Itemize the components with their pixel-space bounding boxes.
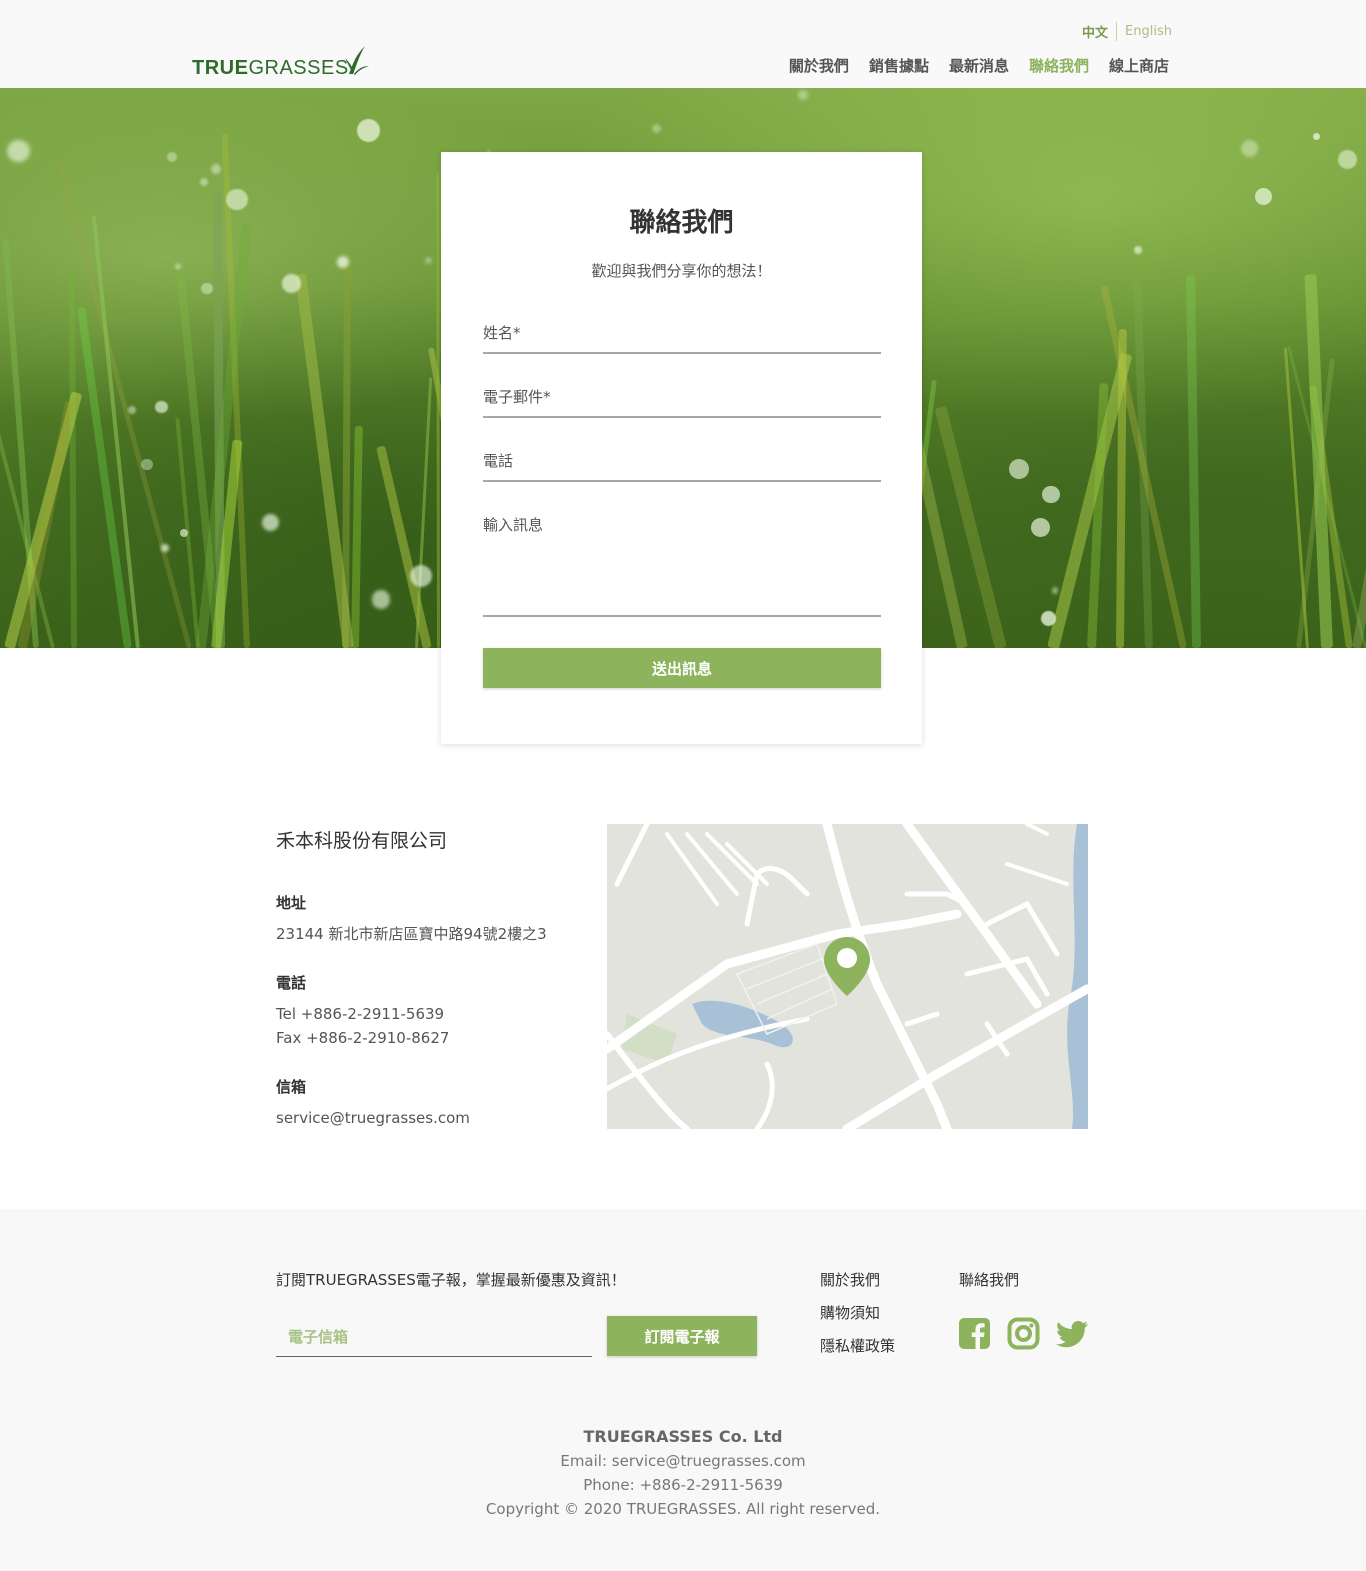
dew-drop [426,257,432,263]
dew-drop [1008,458,1029,479]
fax-value: Fax +886-2-2910-8627 [276,1029,450,1047]
dew-drop [409,564,432,587]
email-field-label: 電子郵件* [483,388,551,406]
logo-text-true: TRUE [192,57,249,79]
newsletter-text: 訂閱TRUEGRASSES電子報，掌握最新優惠及資訊！ [276,1271,626,1289]
email-field[interactable]: 電子郵件* [483,386,881,418]
dew-drop [262,513,279,531]
grass-blade [1352,246,1366,648]
email-value[interactable]: service@truegrasses.com [276,1106,470,1130]
dew-drop [141,459,153,471]
logo-text-grasses: GRASSES [248,57,349,79]
language-switcher: 中文 English [1082,22,1172,41]
dew-drop [226,188,248,211]
dew-drop [161,544,169,552]
dew-drop [1030,517,1051,538]
phone-field-label: 電話 [483,452,514,470]
social-links [958,1317,1089,1350]
dew-drop [127,406,136,415]
dew-drop [797,89,808,100]
name-field[interactable]: 姓名* [483,322,881,354]
dew-drop [1051,587,1059,595]
submit-message-button[interactable]: 送出訊息 [483,648,881,688]
tel-value: Tel +886-2-2911-5639 [276,1005,445,1023]
footer-link-privacy[interactable]: 隱私權政策 [820,1335,895,1368]
nav-news[interactable]: 最新消息 [949,55,1009,76]
site-logo[interactable]: TRUE GRASSES [192,44,371,78]
dew-drop [357,119,381,142]
lang-en-link[interactable]: English [1117,24,1172,39]
dew-drop [651,123,662,134]
dew-drop [166,151,178,162]
phone-label: 電話 [276,974,307,992]
dew-drop [1312,132,1321,141]
message-field[interactable]: 輸入訊息 [483,514,881,617]
phone-field[interactable]: 電話 [483,450,881,482]
location-map[interactable] [607,824,1088,1129]
leaf-logo-icon [344,46,369,75]
dew-drop [200,282,213,295]
facebook-icon[interactable] [958,1317,991,1350]
message-field-label: 輸入訊息 [483,516,544,534]
contact-form-card: 聯絡我們 歡迎與我們分享你的想法！ 姓名* 電子郵件* 電話 輸入訊息 送出訊息 [441,152,922,744]
footer-link-about[interactable]: 關於我們 [820,1269,895,1302]
nav-shop[interactable]: 線上商店 [1109,55,1169,76]
grass-blade [1115,329,1127,648]
site-header: TRUE GRASSES 中文 English 關於我們 銷售據點 最新消息 聯絡… [0,0,1366,88]
dew-drop [371,590,391,609]
dew-drop [1240,140,1258,158]
footer-links: 關於我們 購物須知 隱私權政策 [820,1269,895,1368]
footer-company-name: TRUEGRASSES Co. Ltd [583,1427,783,1446]
dew-drop [1338,149,1358,170]
company-name: 禾本科股份有限公司 [276,830,448,852]
dew-drop [1254,187,1272,205]
lang-zh-link[interactable]: 中文 [1082,22,1118,41]
dew-drop [6,139,30,163]
dew-drop [210,163,221,174]
contact-form-subtitle: 歡迎與我們分享你的想法！ [591,262,772,280]
email-label: 信箱 [276,1078,307,1096]
site-footer: 訂閱TRUEGRASSES電子報，掌握最新優惠及資訊！ 電子信箱 訂閱電子報 關… [0,1209,1366,1571]
nav-contact[interactable]: 聯絡我們 [1029,55,1089,76]
contact-form-title: 聯絡我們 [629,208,734,238]
map-graphic [607,824,1088,1129]
instagram-icon[interactable] [1007,1317,1040,1350]
dew-drop [200,178,209,187]
address-label: 地址 [276,894,307,912]
grass-blade [934,405,1007,648]
footer-email: Email: service@truegrasses.com [560,1452,806,1470]
newsletter-email-input[interactable]: 電子信箱 [276,1321,592,1357]
dew-drop [155,400,168,414]
grass-blade [76,306,132,648]
footer-contact-label[interactable]: 聯絡我們 [959,1269,1019,1290]
grass-blade [1185,274,1201,648]
name-field-label: 姓名* [483,324,521,342]
grass-blade [68,260,77,648]
subscribe-button[interactable]: 訂閱電子報 [607,1316,757,1356]
footer-copyright: Copyright © 2020 TRUEGRASSES. All right … [485,1500,881,1518]
footer-link-shopping-info[interactable]: 購物須知 [820,1302,895,1335]
dew-drop [1042,485,1060,504]
dew-drop [281,274,301,294]
dew-drop [175,263,181,269]
footer-copyright-block: TRUEGRASSES Co. Ltd Email: service@trueg… [0,1425,1366,1521]
grass-blade [350,426,363,648]
twitter-icon[interactable] [1056,1317,1089,1350]
dew-drop [1133,245,1142,255]
main-nav: 關於我們 銷售據點 最新消息 聯絡我們 線上商店 [789,55,1169,76]
footer-phone: Phone: +886-2-2911-5639 [583,1476,783,1494]
address-value: 23144 新北市新店區寶中路94號2樓之3 [276,925,547,943]
nav-about[interactable]: 關於我們 [789,55,849,76]
nav-locations[interactable]: 銷售據點 [869,55,929,76]
